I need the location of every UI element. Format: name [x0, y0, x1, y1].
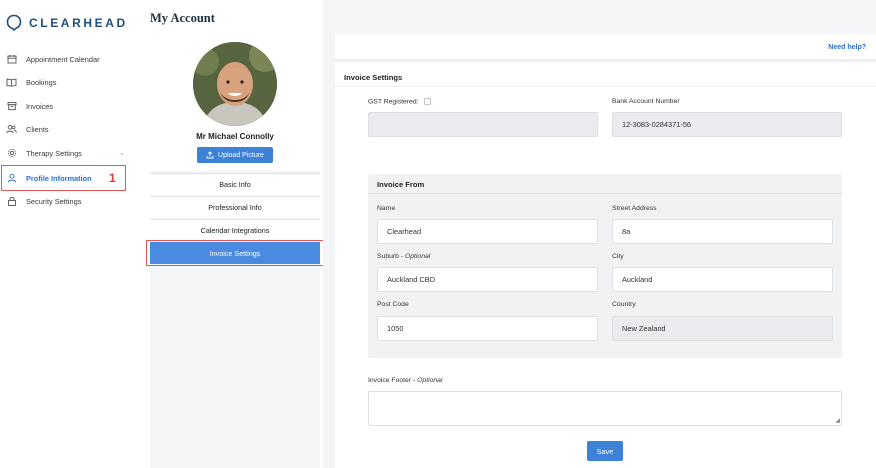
upload-picture-button[interactable]: Upload Picture [197, 147, 273, 163]
name-label: Name [377, 205, 396, 212]
avatar [193, 42, 277, 126]
invoice-from-title: Invoice From [377, 180, 425, 189]
menu-item-professional-info[interactable]: Professional Info [150, 196, 320, 218]
street-address-field[interactable]: 8a [612, 219, 833, 244]
sidebar-item-bookings[interactable]: Bookings [6, 75, 56, 89]
need-help-link[interactable]: Need help? [828, 44, 866, 51]
sidebar-item-clients[interactable]: Clients [6, 122, 49, 136]
book-icon [6, 77, 17, 88]
divider [335, 86, 876, 87]
sidebar-item-security-settings[interactable]: Security Settings [6, 194, 81, 208]
suburb-optional-text: Optional [404, 253, 431, 260]
invoice-footer-label: Invoice Footer - Optional [368, 377, 442, 384]
resize-handle-icon[interactable]: ◢ [835, 417, 840, 424]
gst-registered-checkbox[interactable] [424, 98, 432, 105]
name-field[interactable]: Clearhead [377, 219, 598, 244]
lock-icon [6, 196, 17, 207]
country-field[interactable]: New Zealand [612, 316, 833, 341]
suburb-label-text: Suburb - [377, 253, 404, 260]
section-title: Invoice Settings [344, 73, 403, 82]
gst-number-field[interactable] [368, 112, 598, 137]
post-code-field[interactable]: 1050 [377, 316, 598, 341]
city-label: City [612, 253, 624, 260]
sidebar-item-invoices[interactable]: Invoices [6, 99, 53, 113]
chevron-down-icon[interactable]: ⌄ [119, 149, 125, 157]
gear-icon [6, 148, 17, 159]
sidebar-item-label: Therapy Settings [26, 148, 82, 158]
sidebar-item-label: Invoices [26, 101, 54, 111]
annotation-marker-1: 1 [109, 171, 116, 185]
save-button[interactable]: Save [587, 441, 623, 461]
sidebar-item-label: Clients [26, 124, 49, 134]
street-address-label: Street Address [612, 205, 657, 212]
upload-picture-label: Upload Picture [218, 151, 264, 159]
users-icon [6, 124, 17, 135]
sidebar-item-appointment-calendar[interactable]: Appointment Calendar [6, 52, 100, 66]
gst-registered-text: GST Registered: [368, 98, 419, 106]
profile-name: Mr Michael Connolly [196, 132, 274, 141]
logo[interactable]: CLEARHEAD [6, 14, 128, 31]
sidebar: CLEARHEAD Appointment Calendar Bookings … [0, 0, 134, 468]
upload-icon [206, 151, 214, 159]
archive-icon [6, 101, 17, 112]
post-code-label: Post Code [377, 301, 409, 308]
clearhead-logo-icon [6, 14, 22, 31]
highlight-box-1 [1, 165, 126, 191]
sidebar-item-therapy-settings[interactable]: Therapy Settings ⌄ [6, 146, 134, 160]
avatar-photo [193, 42, 277, 126]
sidebar-item-label: Appointment Calendar [26, 54, 100, 64]
main-topbar: Need help? [335, 34, 876, 62]
menu-item-calendar-integrations[interactable]: Calendar Integrations [150, 219, 320, 241]
bank-account-label: Bank Account Number [612, 98, 680, 105]
divider [368, 193, 842, 194]
menu-item-basic-info[interactable]: Basic Info [150, 173, 320, 195]
bank-account-field[interactable]: 12-3083-0284371-56 [612, 112, 842, 137]
invoice-footer-optional-text: Optional [417, 377, 443, 384]
suburb-field[interactable]: Auckland CBD [377, 267, 598, 292]
invoice-footer-label-text: Invoice Footer - [368, 377, 416, 384]
gst-registered-label: GST Registered: [368, 98, 432, 106]
page-title: My Account [150, 11, 215, 25]
calendar-icon [6, 54, 17, 65]
sidebar-item-label: Security Settings [26, 196, 82, 206]
highlight-box-2 [146, 240, 344, 266]
suburb-label: Suburb - Optional [377, 253, 430, 260]
city-field[interactable]: Auckland [612, 267, 833, 292]
invoice-footer-textarea[interactable]: ◢ [368, 391, 842, 426]
brand-name: CLEARHEAD [29, 15, 128, 30]
sidebar-item-label: Bookings [26, 77, 57, 87]
country-label: Country [612, 301, 636, 308]
profile-card: Mr Michael Connolly Upload Picture [150, 34, 320, 171]
